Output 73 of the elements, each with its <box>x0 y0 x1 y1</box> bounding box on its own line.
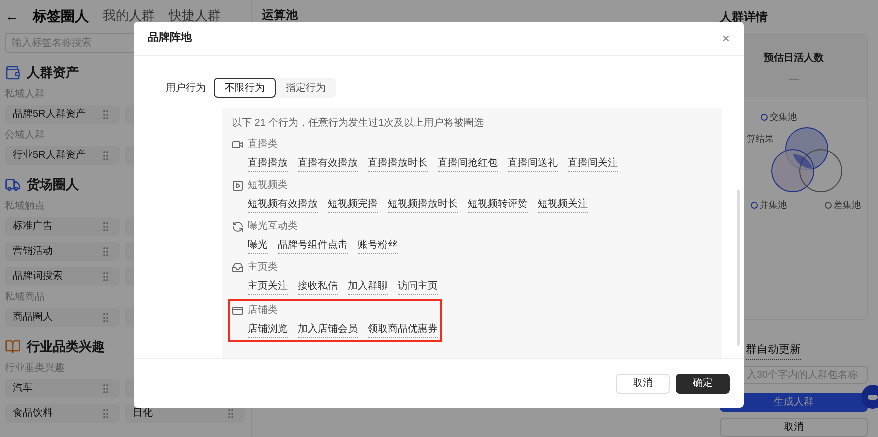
behavior-tag[interactable]: 访问主页 <box>398 279 438 295</box>
group-title: 公域人群 <box>5 128 45 143</box>
behavior-tag[interactable]: 加入群聊 <box>348 279 388 295</box>
behavior-tag[interactable]: 直播间送礼 <box>508 156 558 172</box>
behavior-tag[interactable]: 短视频播放时长 <box>388 197 458 213</box>
behavior-tag[interactable]: 直播播放时长 <box>368 156 428 172</box>
tag-item[interactable]: 行业5R人群资产 <box>5 146 120 165</box>
behavior-tag[interactable]: 账号粉丝 <box>358 238 398 254</box>
card-icon <box>232 304 244 316</box>
behavior-tag[interactable]: 品牌号组件点击 <box>278 238 348 254</box>
behavior-tag[interactable]: 直播间关注 <box>568 156 618 172</box>
behavior-tag[interactable]: 店铺浏览 <box>248 322 288 338</box>
behavior-tag[interactable]: 短视频转评赞 <box>468 197 528 213</box>
header-tab[interactable]: 快捷人群 <box>169 6 221 26</box>
scrollbar[interactable] <box>737 190 740 346</box>
section-title: 货场圈人 <box>27 176 79 194</box>
behavior-tag[interactable]: 接收私信 <box>298 279 338 295</box>
truck-icon <box>5 177 21 193</box>
group-title: 私域触点 <box>5 200 45 214</box>
behavior-option[interactable]: 不限行为 <box>214 78 276 98</box>
venn-label: 差集池 <box>834 199 861 212</box>
wallet-icon <box>5 65 21 81</box>
behavior-option[interactable]: 指定行为 <box>276 78 336 98</box>
behavior-tag[interactable]: 直播播放 <box>248 156 288 172</box>
cancel-button[interactable]: 取消 <box>720 418 868 437</box>
group-title: 私域人群 <box>5 88 45 102</box>
auto-update-link[interactable]: 群自动更新 <box>746 342 801 360</box>
header-tab[interactable]: 我的人群 <box>103 6 155 26</box>
tag-item[interactable]: 品牌5R人群资产 <box>5 105 120 124</box>
category-title: 主页类 <box>248 260 278 275</box>
category-title: 直播类 <box>248 138 278 152</box>
tag-item[interactable]: 标准广告 <box>5 217 120 236</box>
behavior-tag[interactable]: 主页关注 <box>248 279 288 295</box>
category-title: 店铺类 <box>248 304 278 318</box>
behavior-tag[interactable]: 曝光 <box>248 238 268 254</box>
behavior-tag[interactable]: 短视频关注 <box>538 197 588 213</box>
behavior-tag[interactable]: 短视频有效播放 <box>248 197 318 213</box>
confirm-button[interactable]: 确定 <box>676 374 730 394</box>
venn-label: 并集池 <box>760 199 787 212</box>
section-title: 行业品类兴趣 <box>27 338 105 356</box>
modal-title: 品牌阵地 <box>148 30 192 46</box>
tag-item[interactable]: 汽车 <box>5 379 120 398</box>
cancel-button[interactable]: 取消 <box>616 374 670 394</box>
venn-label: 算结果 <box>747 133 774 146</box>
behavior-tag[interactable]: 领取商品优惠券 <box>368 322 438 338</box>
category-title: 短视频类 <box>248 178 288 193</box>
tag-item[interactable]: 食品饮料 <box>5 404 120 423</box>
tag-item[interactable]: 营销活动 <box>5 242 120 261</box>
video-camera-icon <box>232 138 244 150</box>
behavior-tag[interactable]: 直播间抢红包 <box>438 156 498 172</box>
back-arrow[interactable]: ← <box>5 6 19 26</box>
header-tab[interactable]: 标签圈人 <box>33 6 89 26</box>
group-title: 行业垂类兴趣 <box>5 362 65 376</box>
panel-note: 以下 21 个行为，任意行为发生过1次及以上用户将被圈选 <box>232 116 486 131</box>
behavior-tag[interactable]: 直播有效播放 <box>298 156 358 172</box>
estimate-value: — <box>789 73 799 87</box>
tray-icon <box>232 262 244 274</box>
venn-label: 交集池 <box>770 111 797 124</box>
pool-title: 运算池 <box>262 8 298 22</box>
tag-item[interactable]: 商品圈人 <box>5 308 120 327</box>
play-icon <box>232 180 244 192</box>
book-icon <box>5 339 21 355</box>
section-title: 人群资产 <box>27 64 79 82</box>
group-title: 私域商品 <box>5 290 45 305</box>
estimate-label: 预估日活人数 <box>764 52 824 66</box>
assistant-avatar-icon[interactable] <box>862 385 878 409</box>
close-button[interactable]: × <box>722 28 730 48</box>
tag-item[interactable]: 品牌词搜索 <box>5 267 120 286</box>
category-title: 曝光互动类 <box>248 220 298 234</box>
behavior-tag[interactable]: 短视频完播 <box>328 197 378 213</box>
behavior-tag[interactable]: 加入店铺会员 <box>298 322 358 338</box>
refresh-icon <box>232 220 244 232</box>
field-label: 用户行为 <box>165 82 207 96</box>
